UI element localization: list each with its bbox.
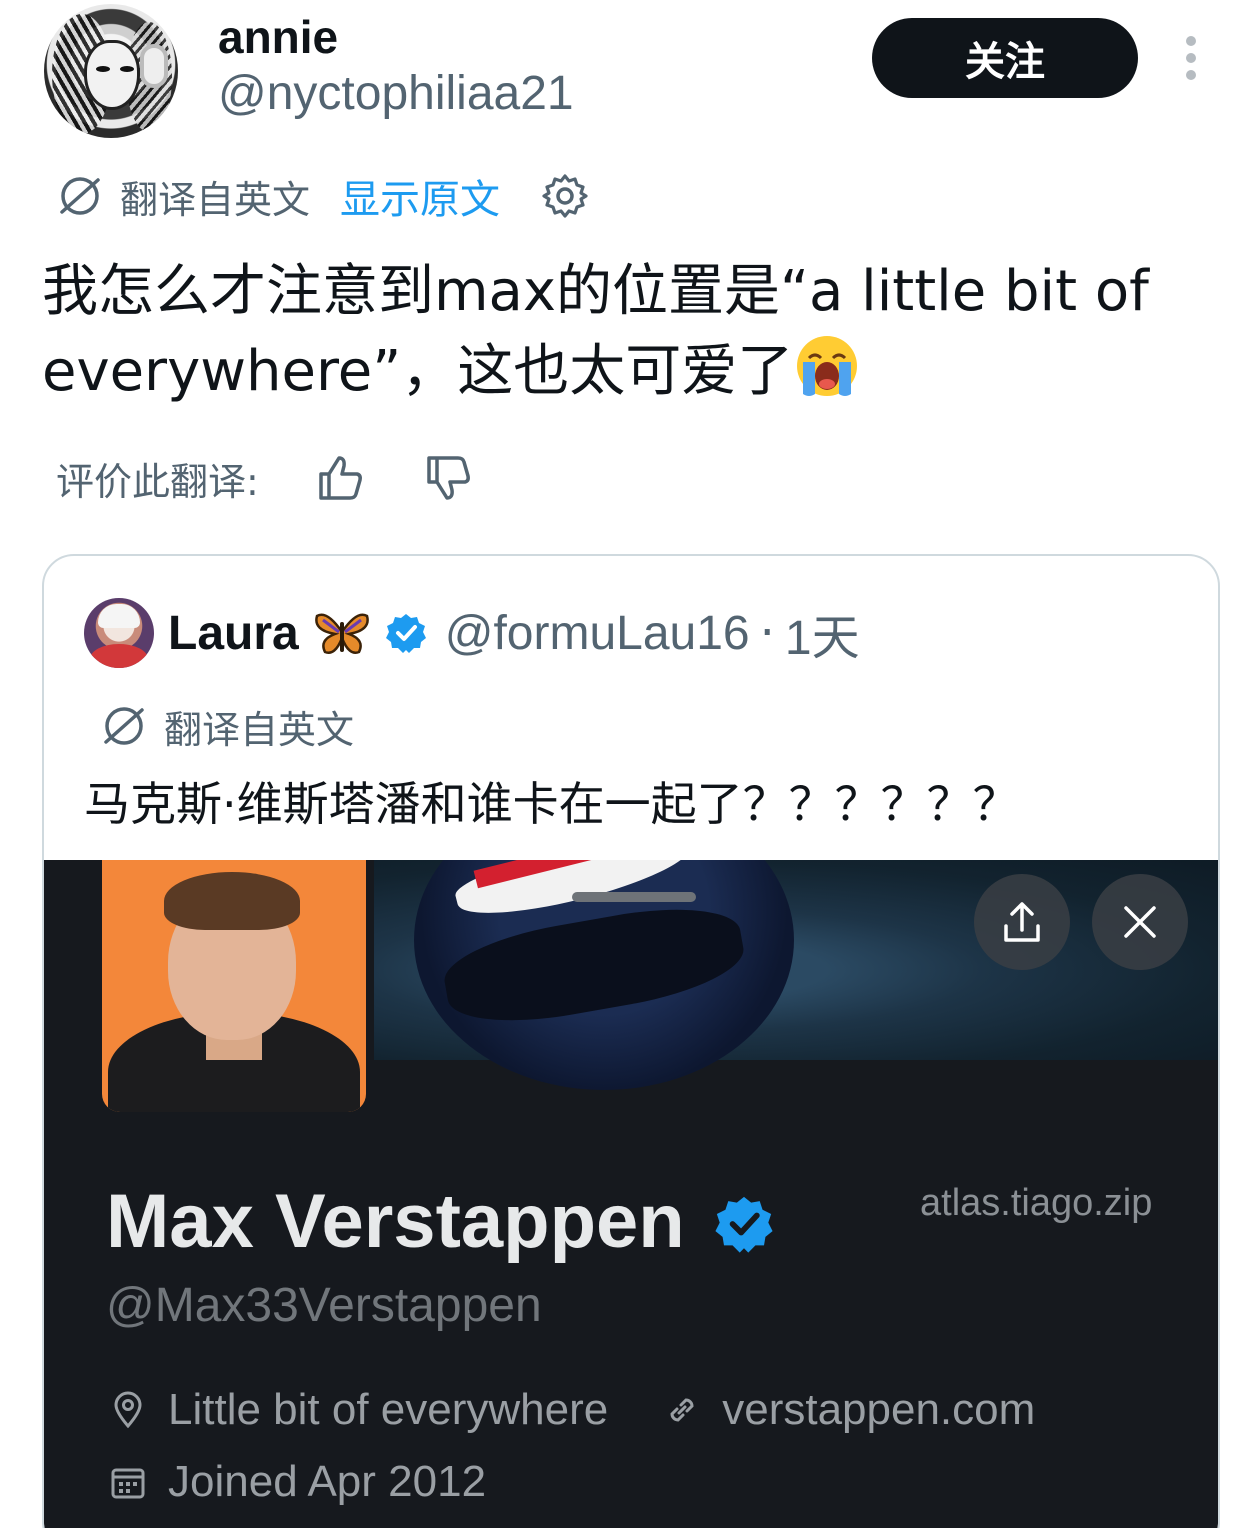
quoted-tweet-text: 马克斯·维斯塔潘和谁卡在一起了？？？？？？ [84,777,1019,831]
quoted-translation-bar: 翻译自英文 [100,698,354,754]
show-original-link[interactable]: 显示原文 [340,167,500,225]
tweet-text: 我怎么才注意到max的位置是“a little bit of everywher… [42,252,1222,412]
tweet-text-body: 我怎么才注意到max的位置是“a little bit of everywher… [42,259,1149,404]
close-button[interactable] [1092,874,1188,970]
author-avatar[interactable] [44,4,178,138]
rate-translation-label: 评价此翻译: [56,459,259,504]
profile-banner-image [374,860,1218,1090]
author-handle[interactable]: @nyctophiliaa21 [218,66,574,121]
embedded-profile-photo [102,860,366,1112]
embedded-profile-joined-row: Joined Apr 2012 [108,1454,486,1510]
header-separator: · [759,605,775,661]
rate-translation-bar: 评价此翻译: [56,446,475,510]
embedded-profile-location: Little bit of everywhere [168,1385,609,1434]
embedded-profile-location-row: Little bit of everywhere verstappen.com [108,1382,1035,1438]
image-drag-handle[interactable] [572,892,696,902]
embedded-profile-website: verstappen.com [722,1385,1036,1434]
translation-bar: 翻译自英文 显示原文 [56,168,590,224]
quoted-translated-label: 翻译自英文 [164,707,355,752]
thumbs-up-icon[interactable] [315,452,367,504]
loudly-crying-face-icon [797,336,858,396]
translate-globe-icon [104,707,144,745]
quoted-tweet-header: Laura @formuLau16 · 1天 [168,600,860,666]
thumbs-down-icon[interactable] [423,452,475,504]
calendar-icon [111,1468,145,1499]
quoted-author-avatar[interactable] [84,598,154,668]
quoted-tweet-time[interactable]: 1天 [785,598,860,668]
embedded-profile-handle: @Max33Verstappen [106,1279,542,1332]
embedded-profile-joined: Joined Apr 2012 [168,1457,487,1506]
image-watermark: atlas.tiago.zip [920,1182,1153,1224]
share-icon [1004,902,1040,942]
share-button[interactable] [974,874,1070,970]
quoted-tweet-card[interactable]: Laura @formuLau16 · 1天 翻译自英文 马克斯·维斯塔潘和谁卡… [42,554,1220,1528]
translated-from-english-label: 翻译自英文 [120,177,311,222]
location-pin-icon [114,1391,142,1429]
follow-button[interactable]: 关注 [872,18,1138,98]
embedded-profile-name: Max Verstappen [106,1179,685,1264]
quoted-author-handle[interactable]: @formuLau16 [445,606,750,661]
close-icon [1124,906,1156,938]
butterfly-emoji-icon [314,613,369,654]
quoted-author-name[interactable]: Laura [168,606,299,661]
verified-badge-icon [385,614,426,653]
translate-globe-icon [60,177,100,215]
author-display-name[interactable]: annie [218,10,338,64]
verified-badge-icon [715,1196,773,1253]
more-options-icon[interactable] [1176,36,1206,82]
gear-icon[interactable] [540,171,590,221]
link-icon [670,1398,694,1422]
quoted-tweet-image[interactable]: Max Verstappen atlas.tiago.zip @Max33Ver… [44,860,1218,1528]
